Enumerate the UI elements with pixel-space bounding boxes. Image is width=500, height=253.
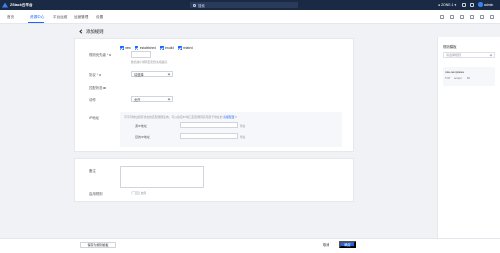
extra-settings-card: 备注 启用规则 启用 — [74, 158, 354, 202]
main-nav: 首页 资源中心 平台运维 运营管理 设置 — [0, 10, 500, 24]
template-select[interactable]: 请选择规则 — [443, 52, 495, 58]
advanced-config-link[interactable]: 高级配置 — [223, 115, 234, 119]
nav-item-settings[interactable]: 设置 — [96, 15, 103, 20]
matching-state-label: 匹配状态 — [89, 85, 106, 90]
logo-icon — [2, 2, 8, 8]
priority-label: 规则优先级 * — [89, 52, 112, 57]
toggle-text: 启用 — [140, 191, 147, 196]
nav-item-resource-center[interactable]: 资源中心 — [30, 15, 44, 20]
avatar[interactable] — [478, 2, 483, 7]
chevron-down-icon — [167, 72, 171, 76]
priority-input[interactable] — [131, 51, 151, 58]
dest-ip-note: 例如 — [240, 136, 246, 139]
logo[interactable]: ZStack云平台 — [2, 2, 33, 8]
action-select[interactable]: 允许 — [131, 96, 173, 102]
source-ip-label: 源IP地址 — [135, 124, 147, 128]
zone-name: ZONE-1 — [441, 2, 454, 7]
help-icon[interactable] — [470, 2, 474, 7]
dest-ip-label: 目的IP地址 — [135, 135, 150, 139]
checkbox-related[interactable]: related — [178, 46, 193, 50]
advanced-description: 可不同地址和有状态的匹配规则生效，可以指定IP/端口匹配规则实现基于地址的 高级… — [124, 115, 237, 119]
search-placeholder: 搜索 — [198, 3, 205, 8]
nav-item-platform-ops[interactable]: 平台运维 — [53, 15, 67, 20]
ip-address-label: IP地址 — [89, 116, 99, 120]
template-port: 80 — [467, 77, 470, 80]
cancel-button[interactable]: 取消 — [323, 242, 329, 247]
advanced-panel: 可不同地址和有状态的匹配规则生效，可以指定IP/端口匹配规则实现基于地址的 高级… — [120, 112, 342, 147]
description-label: 备注 — [89, 169, 96, 173]
user-icon[interactable] — [480, 15, 484, 19]
source-ip-note: 例如 — [240, 125, 246, 128]
location-icon: ● — [438, 2, 441, 7]
description-textarea[interactable] — [120, 166, 204, 188]
checkbox-invalid[interactable]: invalid — [159, 46, 174, 50]
checkbox-checked-icon — [178, 46, 182, 50]
dest-ip-input[interactable] — [180, 133, 238, 139]
protocol-label: 协议 * — [89, 72, 102, 77]
protocol-value: 请选择 — [134, 72, 144, 77]
template-protocol: TCP — [445, 77, 451, 80]
template-panel: 规则模板 请选择规则 rule-templates TCP accept 80 — [437, 37, 500, 238]
brand-name: ZStack云平台 — [10, 2, 33, 7]
matching-state-checkboxes: new established invalid related — [120, 46, 193, 50]
checkbox-established[interactable]: established — [134, 46, 156, 50]
question-icon[interactable] — [98, 73, 102, 77]
template-card[interactable]: rule-templates TCP accept 80 — [443, 67, 495, 86]
rule-form-card: 规则优先级 * 数值越小规则匹配优先级越高 协议 * 请选择 匹配状态 动作 允… — [74, 38, 354, 152]
back-arrow-icon[interactable] — [79, 29, 84, 34]
chevron-down-icon — [489, 53, 493, 57]
source-ip-input[interactable] — [180, 122, 238, 128]
top-bar: ZStack云平台 搜索 ● ZONE-1 ▾ admin — [0, 0, 500, 10]
chevron-down-icon — [167, 97, 171, 101]
checkbox-checked-icon — [159, 46, 164, 50]
grid-icon[interactable] — [470, 15, 474, 19]
protocol-select[interactable]: 请选择 — [131, 71, 173, 77]
search-icon — [193, 3, 196, 7]
message-icon[interactable] — [460, 15, 464, 19]
chevron-down-icon: ▾ — [454, 2, 457, 7]
footer-bar: 保存为规则模板 取消 确定 — [0, 238, 500, 253]
enable-rule-toggle[interactable] — [131, 191, 140, 195]
action-value: 允许 — [134, 97, 141, 102]
nav-item-home[interactable]: 首页 — [7, 15, 14, 20]
template-select-placeholder: 请选择规则 — [446, 53, 462, 57]
confirm-button[interactable]: 确定 — [339, 241, 356, 249]
action-label: 动作 — [89, 98, 96, 102]
nav-item-operations[interactable]: 运营管理 — [74, 15, 88, 20]
zone-selector[interactable]: ● ZONE-1 ▾ — [438, 3, 456, 7]
bell-icon[interactable] — [462, 2, 466, 7]
active-tab-indicator — [28, 22, 44, 24]
priority-hint: 数值越小规则匹配优先级越高 — [131, 60, 168, 65]
enable-rule-label: 启用规则 — [89, 192, 103, 196]
global-search[interactable]: 搜索 — [190, 2, 298, 8]
clock-icon[interactable] — [440, 15, 444, 19]
template-action: accept — [454, 77, 462, 80]
checkbox-new[interactable]: new — [120, 46, 131, 50]
more-icon[interactable] — [490, 15, 494, 19]
page-title: 添加规则 — [86, 28, 104, 34]
template-name: rule-templates — [445, 70, 465, 74]
checkbox-checked-icon — [120, 46, 124, 50]
template-panel-title: 规则模板 — [443, 45, 457, 49]
task-icon[interactable] — [450, 15, 454, 19]
checkbox-checked-icon — [134, 46, 139, 50]
question-icon[interactable] — [108, 53, 112, 57]
save-as-template-button[interactable]: 保存为规则模板 — [80, 241, 116, 248]
user-name[interactable]: admin — [484, 3, 493, 7]
question-icon[interactable] — [103, 86, 106, 90]
